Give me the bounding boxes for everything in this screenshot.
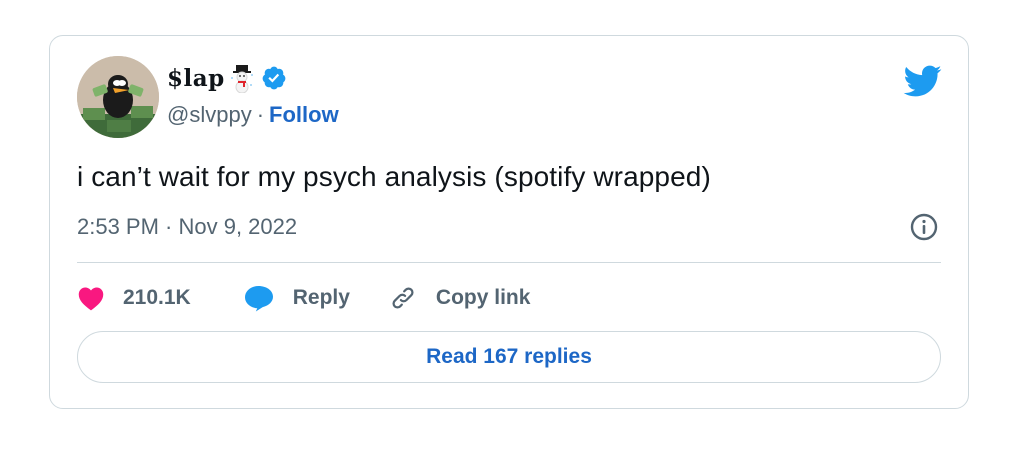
follow-button[interactable]: Follow <box>269 102 339 128</box>
link-icon <box>392 287 414 309</box>
tweet-timestamp[interactable]: 2:53 PM · Nov 9, 2022 <box>77 214 297 240</box>
avatar[interactable] <box>77 56 159 138</box>
separator-dot: · <box>256 102 265 127</box>
copy-link-button[interactable]: Copy link <box>388 284 531 312</box>
action-bar: 210.1K Reply Copy link <box>77 280 530 316</box>
display-name[interactable]: $lap <box>167 65 225 92</box>
divider <box>77 262 941 263</box>
tweet-card: $lap @slvppy · Follow i can’t wait for m… <box>49 35 969 409</box>
author-handle[interactable]: @slvppy <box>167 102 252 128</box>
handle-row: @slvppy · Follow <box>167 102 339 128</box>
snowman-emoji-icon <box>230 65 253 93</box>
reply-label: Reply <box>292 286 350 309</box>
read-replies-button[interactable]: Read 167 replies <box>77 331 941 383</box>
heart-icon <box>78 287 104 311</box>
twitter-bird-icon[interactable] <box>902 64 942 98</box>
copy-link-label: Copy link <box>435 286 531 309</box>
reply-button[interactable]: Reply <box>243 284 350 312</box>
verified-badge-icon <box>262 66 286 90</box>
read-replies-label: Read 167 replies <box>426 345 592 368</box>
author-name-row: $lap <box>167 61 287 95</box>
like-button[interactable]: 210.1K <box>77 285 191 311</box>
like-count: 210.1K <box>123 286 191 309</box>
info-icon[interactable] <box>909 212 939 242</box>
tweet-text: i can’t wait for my psych analysis (spot… <box>77 161 711 192</box>
reply-bubble-icon <box>244 286 273 312</box>
